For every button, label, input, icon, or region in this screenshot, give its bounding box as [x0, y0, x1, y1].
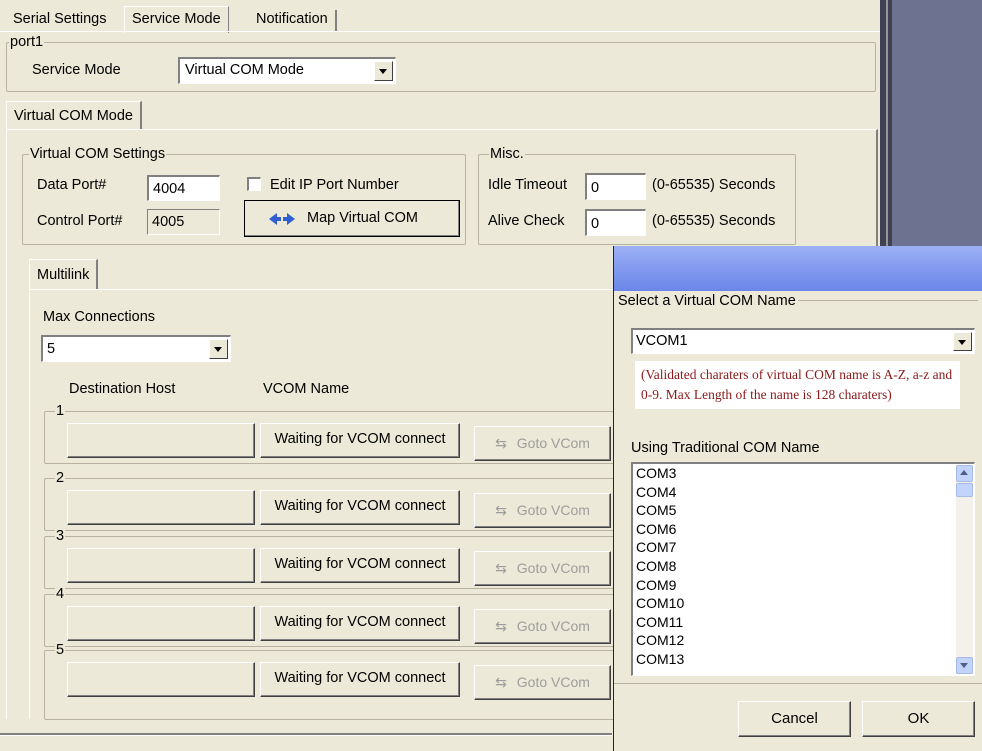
destination-host-button[interactable]: [67, 548, 255, 583]
connection-row-number: 2: [55, 470, 66, 486]
misc-legend: Misc.: [489, 146, 525, 162]
destination-host-header: Destination Host: [69, 381, 176, 397]
service-mode-label: Service Mode: [32, 62, 121, 78]
com-list-item[interactable]: COM6: [636, 520, 684, 539]
connection-row-number: 4: [55, 586, 66, 602]
idle-timeout-value: 0: [591, 180, 600, 196]
vcom-connect-button[interactable]: Waiting for VCOM connect: [260, 662, 460, 697]
idle-timeout-unit: (0-65535) Seconds: [652, 177, 776, 193]
control-port-value: 4005: [152, 214, 185, 230]
vcom-connect-button[interactable]: Waiting for VCOM connect: [260, 548, 460, 583]
goto-vcom-label: Goto VCom: [516, 618, 590, 634]
com-list-scrollbar[interactable]: [956, 465, 973, 674]
select-vcom-dialog: Select a Virtual COM Name VCOM1 (Validat…: [613, 246, 982, 751]
cancel-button[interactable]: Cancel: [738, 701, 851, 737]
destination-host-button[interactable]: [67, 490, 255, 525]
port-group: port1: [6, 34, 876, 92]
chevron-down-icon[interactable]: [953, 332, 972, 351]
goto-vcom-button[interactable]: ⇆ Goto VCom: [474, 665, 611, 700]
vcom-connect-button[interactable]: Waiting for VCOM connect: [260, 490, 460, 525]
control-port-field: 4005: [147, 209, 220, 235]
alive-check-value: 0: [591, 216, 600, 232]
com-list-item[interactable]: COM9: [636, 576, 684, 595]
bottom-divider-highlight: [0, 735, 612, 736]
com-list-item[interactable]: COM4: [636, 483, 684, 502]
chevron-down-icon[interactable]: [209, 339, 228, 359]
tab-multilink[interactable]: Multilink: [29, 259, 99, 290]
goto-vcom-button[interactable]: ⇆ Goto VCom: [474, 426, 611, 461]
alive-check-label: Alive Check: [488, 213, 565, 229]
com-list-item[interactable]: COM10: [636, 594, 684, 613]
connection-row-number: 5: [55, 642, 66, 658]
destination-host-button[interactable]: [67, 662, 255, 697]
map-virtual-com-label: Map Virtual COM: [307, 210, 418, 226]
alive-check-input[interactable]: 0: [585, 209, 646, 236]
tab-strip-line: [0, 31, 880, 32]
com-list-item[interactable]: COM8: [636, 557, 684, 576]
port-group-legend: port1: [9, 34, 45, 50]
destination-host-button[interactable]: [67, 606, 255, 641]
goto-vcom-button[interactable]: ⇆ Goto VCom: [474, 609, 611, 644]
com-listbox[interactable]: COM3 COM4 COM5 COM6 COM7 COM8 COM9 COM10 COM11 CO…: [631, 462, 975, 676]
idle-timeout-label: Idle Timeout: [488, 177, 567, 193]
dialog-divider: [614, 683, 982, 684]
data-port-label: Data Port#: [37, 177, 107, 193]
goto-vcom-label: Goto VCom: [516, 502, 590, 518]
goto-vcom-button[interactable]: ⇆ Goto VCom: [474, 493, 611, 528]
com-list-item[interactable]: COM3: [636, 464, 684, 483]
multilink-panel-line: [29, 289, 629, 290]
alive-check-unit: (0-65535) Seconds: [652, 213, 776, 229]
data-port-input[interactable]: 4004: [147, 175, 220, 201]
scroll-down-icon[interactable]: [956, 657, 973, 674]
dialog-titlebar[interactable]: [614, 246, 982, 291]
vcom-connect-button[interactable]: Waiting for VCOM connect: [260, 606, 460, 641]
service-mode-value: Virtual COM Mode: [185, 62, 304, 78]
traditional-com-label: Using Traditional COM Name: [631, 440, 820, 456]
chevron-down-icon[interactable]: [374, 61, 393, 81]
vcom-connect-button[interactable]: Waiting for VCOM connect: [260, 423, 460, 458]
max-connections-select[interactable]: 5: [41, 335, 231, 362]
vcom-settings-legend: Virtual COM Settings: [29, 146, 167, 162]
map-virtual-com-button[interactable]: Map Virtual COM: [244, 200, 460, 237]
max-connections-value: 5: [47, 341, 56, 357]
scroll-up-icon[interactable]: [956, 465, 973, 482]
tab-virtual-com-mode[interactable]: Virtual COM Mode: [6, 101, 142, 130]
select-vcom-legend: Select a Virtual COM Name: [618, 293, 798, 309]
scroll-thumb[interactable]: [956, 483, 973, 497]
goto-vcom-label: Goto VCom: [516, 560, 590, 576]
service-mode-select[interactable]: Virtual COM Mode: [178, 57, 396, 84]
com-list-item[interactable]: COM5: [636, 501, 684, 520]
swap-arrows-icon: ⇆: [495, 618, 507, 634]
com-list-item[interactable]: COM11: [636, 613, 684, 632]
com-list-item[interactable]: COM7: [636, 538, 684, 557]
map-arrows-icon: [269, 213, 295, 225]
goto-vcom-label: Goto VCom: [516, 435, 590, 451]
com-list-item[interactable]: COM13: [636, 650, 684, 669]
edit-ip-checkbox[interactable]: [247, 177, 261, 191]
vcom-name-header: VCOM Name: [263, 381, 350, 397]
com-list-item[interactable]: COM12: [636, 631, 684, 650]
swap-arrows-icon: ⇆: [495, 674, 507, 690]
destination-host-button[interactable]: [67, 423, 255, 458]
swap-arrows-icon: ⇆: [495, 560, 507, 576]
goto-vcom-button[interactable]: ⇆ Goto VCom: [474, 551, 611, 586]
tab-serial-settings[interactable]: Serial Settings: [6, 10, 114, 32]
connection-row-number: 1: [55, 403, 66, 419]
connection-row-number: 3: [55, 528, 66, 544]
data-port-value: 4004: [153, 181, 186, 197]
tab-service-mode[interactable]: Service Mode: [124, 6, 229, 33]
max-connections-label: Max Connections: [43, 309, 156, 325]
edit-ip-label: Edit IP Port Number: [270, 177, 399, 193]
idle-timeout-input[interactable]: 0: [585, 173, 646, 200]
multilink-panel-left: [29, 289, 30, 719]
vcom-name-value: VCOM1: [636, 333, 688, 349]
goto-vcom-label: Goto VCom: [516, 674, 590, 690]
control-port-label: Control Port#: [37, 213, 123, 229]
ok-button[interactable]: OK: [862, 701, 975, 737]
swap-arrows-icon: ⇆: [495, 435, 507, 451]
swap-arrows-icon: ⇆: [495, 502, 507, 518]
vcom-name-select[interactable]: VCOM1: [631, 328, 975, 354]
vcom-name-note: (Validated charaters of virtual COM name…: [635, 361, 960, 409]
tab-notification[interactable]: Notification: [249, 10, 337, 32]
